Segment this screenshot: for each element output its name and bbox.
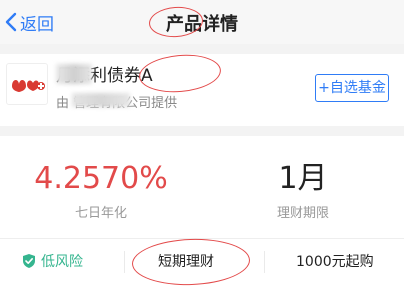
tag-separator xyxy=(124,251,125,273)
yield-value: 4.2570% xyxy=(34,161,168,196)
stats-panel: 4.2570% 七日年化 1月 理财期限 xyxy=(0,140,404,230)
section-divider xyxy=(0,44,404,54)
add-to-watchlist-button[interactable]: +自选基金 xyxy=(315,74,389,102)
risk-tag: 低风险 xyxy=(22,251,83,271)
tag-bar: 低风险 短期理财 1000元起购 xyxy=(0,239,404,287)
term-label: 理财期限 xyxy=(276,206,329,221)
tag-separator xyxy=(264,251,265,273)
yield-stat: 4.2570% 七日年化 xyxy=(0,160,202,221)
risk-label: 低风险 xyxy=(41,254,83,270)
section-divider xyxy=(0,126,404,136)
term-value: 1月 xyxy=(278,161,328,196)
redacted-region xyxy=(56,64,92,84)
shield-check-icon xyxy=(23,254,35,268)
fund-company-logo xyxy=(6,63,48,105)
min-purchase-tag: 1000元起购 xyxy=(296,254,374,270)
term-stat: 1月 理财期限 xyxy=(202,160,404,221)
redacted-region xyxy=(72,93,130,107)
nav-bar: 返回 产品详情 xyxy=(0,0,404,44)
product-type-tag: 短期理财 xyxy=(158,254,214,270)
yield-label: 七日年化 xyxy=(74,206,127,221)
page-title: 产品详情 xyxy=(166,14,238,35)
